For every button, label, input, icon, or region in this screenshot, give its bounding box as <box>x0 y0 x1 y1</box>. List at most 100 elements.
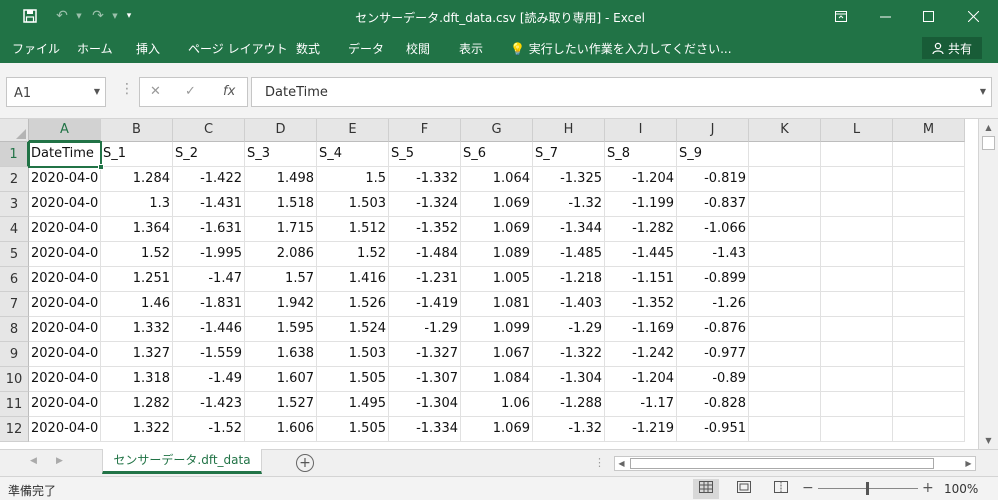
cell-d4[interactable]: 1.715 <box>245 217 317 242</box>
close-icon[interactable] <box>951 0 996 33</box>
cell-c9[interactable]: -1.559 <box>173 342 245 367</box>
cell-e2[interactable]: 1.5 <box>317 167 389 192</box>
cell-f7[interactable]: -1.419 <box>389 292 461 317</box>
minimize-icon[interactable] <box>863 0 908 33</box>
cell-e11[interactable]: 1.495 <box>317 392 389 417</box>
cell-j6[interactable]: -0.899 <box>677 267 749 292</box>
cell-b6[interactable]: 1.251 <box>101 267 173 292</box>
cell-a1[interactable]: DateTime <box>29 142 101 167</box>
tell-me-search[interactable]: 💡 実行したい作業を入力してください... <box>510 40 732 57</box>
cell-d2[interactable]: 1.498 <box>245 167 317 192</box>
column-header-e[interactable]: E <box>317 119 389 142</box>
scroll-left-icon[interactable]: ◀ <box>615 457 628 470</box>
cell-g5[interactable]: 1.089 <box>461 242 533 267</box>
cell-l12[interactable] <box>821 417 893 442</box>
cell-a2[interactable]: 2020-04-0 <box>29 167 101 192</box>
cell-h4[interactable]: -1.344 <box>533 217 605 242</box>
normal-view-icon[interactable] <box>693 479 719 499</box>
tab-insert[interactable]: 挿入 <box>136 40 160 57</box>
cell-j1[interactable]: S_9 <box>677 142 749 167</box>
cell-a11[interactable]: 2020-04-0 <box>29 392 101 417</box>
cell-k1[interactable] <box>749 142 821 167</box>
cell-d6[interactable]: 1.57 <box>245 267 317 292</box>
cell-j12[interactable]: -0.951 <box>677 417 749 442</box>
cell-m9[interactable] <box>893 342 965 367</box>
cell-g4[interactable]: 1.069 <box>461 217 533 242</box>
column-header-j[interactable]: J <box>677 119 749 142</box>
cell-c1[interactable]: S_2 <box>173 142 245 167</box>
column-header-d[interactable]: D <box>245 119 317 142</box>
cell-k11[interactable] <box>749 392 821 417</box>
cell-k6[interactable] <box>749 267 821 292</box>
cell-j11[interactable]: -0.828 <box>677 392 749 417</box>
cell-m8[interactable] <box>893 317 965 342</box>
cell-i12[interactable]: -1.219 <box>605 417 677 442</box>
cell-g11[interactable]: 1.06 <box>461 392 533 417</box>
cell-m1[interactable] <box>893 142 965 167</box>
tab-page-layout[interactable]: ページ レイアウト <box>188 40 288 57</box>
tab-data[interactable]: データ <box>348 40 384 57</box>
cell-d9[interactable]: 1.638 <box>245 342 317 367</box>
row-header-5[interactable]: 5 <box>0 242 29 267</box>
cell-i1[interactable]: S_8 <box>605 142 677 167</box>
cell-f2[interactable]: -1.332 <box>389 167 461 192</box>
chevron-down-icon[interactable]: ▼ <box>94 87 100 96</box>
enter-icon[interactable]: ✓ <box>185 84 196 99</box>
cell-e7[interactable]: 1.526 <box>317 292 389 317</box>
cell-b3[interactable]: 1.3 <box>101 192 173 217</box>
zoom-level[interactable]: 100% <box>944 482 978 496</box>
cell-j7[interactable]: -1.26 <box>677 292 749 317</box>
cell-c8[interactable]: -1.446 <box>173 317 245 342</box>
row-header-11[interactable]: 11 <box>0 392 29 417</box>
row-header-10[interactable]: 10 <box>0 367 29 392</box>
cell-b11[interactable]: 1.282 <box>101 392 173 417</box>
cell-f10[interactable]: -1.307 <box>389 367 461 392</box>
cell-i11[interactable]: -1.17 <box>605 392 677 417</box>
zoom-slider-thumb[interactable] <box>866 482 869 495</box>
cell-c6[interactable]: -1.47 <box>173 267 245 292</box>
cell-l8[interactable] <box>821 317 893 342</box>
row-header-4[interactable]: 4 <box>0 217 29 242</box>
cell-b7[interactable]: 1.46 <box>101 292 173 317</box>
column-header-h[interactable]: H <box>533 119 605 142</box>
cell-d1[interactable]: S_3 <box>245 142 317 167</box>
cell-l1[interactable] <box>821 142 893 167</box>
ribbon-display-icon[interactable] <box>818 0 863 33</box>
zoom-in-button[interactable]: + <box>922 480 934 496</box>
cell-h9[interactable]: -1.322 <box>533 342 605 367</box>
formula-input[interactable]: DateTime ▼ <box>251 77 992 107</box>
cell-f1[interactable]: S_5 <box>389 142 461 167</box>
cell-e8[interactable]: 1.524 <box>317 317 389 342</box>
cell-e3[interactable]: 1.503 <box>317 192 389 217</box>
cell-b1[interactable]: S_1 <box>101 142 173 167</box>
resize-handle-icon[interactable]: ⋮ <box>120 81 134 97</box>
cell-a9[interactable]: 2020-04-0 <box>29 342 101 367</box>
cell-e9[interactable]: 1.503 <box>317 342 389 367</box>
redo-icon[interactable]: ↷ <box>86 6 110 26</box>
cell-g8[interactable]: 1.099 <box>461 317 533 342</box>
cell-d3[interactable]: 1.518 <box>245 192 317 217</box>
cell-l2[interactable] <box>821 167 893 192</box>
cell-c4[interactable]: -1.631 <box>173 217 245 242</box>
cell-b4[interactable]: 1.364 <box>101 217 173 242</box>
column-header-m[interactable]: M <box>893 119 965 142</box>
cell-i10[interactable]: -1.204 <box>605 367 677 392</box>
fill-handle[interactable] <box>98 164 104 170</box>
cell-f6[interactable]: -1.231 <box>389 267 461 292</box>
cell-a5[interactable]: 2020-04-0 <box>29 242 101 267</box>
cell-i9[interactable]: -1.242 <box>605 342 677 367</box>
cell-a12[interactable]: 2020-04-0 <box>29 417 101 442</box>
cell-j4[interactable]: -1.066 <box>677 217 749 242</box>
cell-c11[interactable]: -1.423 <box>173 392 245 417</box>
cell-a7[interactable]: 2020-04-0 <box>29 292 101 317</box>
share-button[interactable]: 共有 <box>922 37 982 59</box>
cell-m11[interactable] <box>893 392 965 417</box>
cell-a6[interactable]: 2020-04-0 <box>29 267 101 292</box>
cell-e1[interactable]: S_4 <box>317 142 389 167</box>
cell-g2[interactable]: 1.064 <box>461 167 533 192</box>
cell-k7[interactable] <box>749 292 821 317</box>
cell-l7[interactable] <box>821 292 893 317</box>
row-header-1[interactable]: 1 <box>0 142 29 167</box>
cell-f9[interactable]: -1.327 <box>389 342 461 367</box>
chevron-down-icon[interactable]: ▼ <box>74 6 84 26</box>
